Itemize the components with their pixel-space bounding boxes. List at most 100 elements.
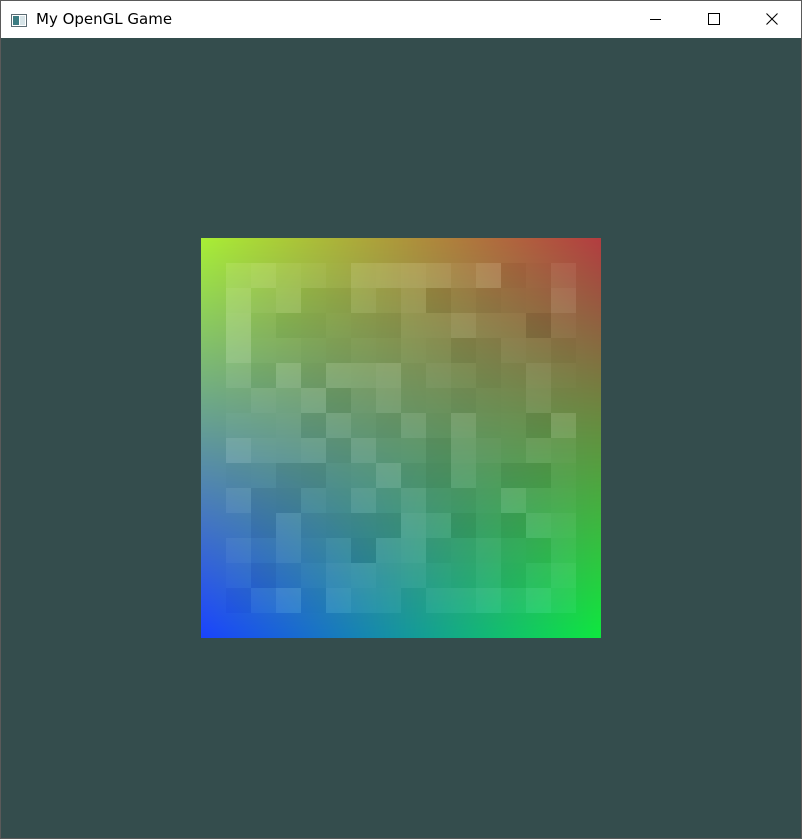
- texture-cell: [251, 338, 277, 364]
- texture-cell: [301, 563, 327, 589]
- texture-cell: [476, 538, 502, 564]
- texture-cell: [551, 613, 577, 638]
- texture-cell: [451, 563, 477, 589]
- texture-cell: [551, 388, 577, 414]
- texture-cell: [401, 288, 427, 314]
- texture-cell: [326, 413, 352, 439]
- texture-cell: [351, 513, 377, 539]
- texture-cell: [526, 613, 552, 638]
- texture-cell: [226, 288, 252, 314]
- texture-cell: [251, 263, 277, 289]
- texture-cell: [226, 363, 252, 389]
- texture-cell: [426, 488, 452, 514]
- texture-cell: [551, 313, 577, 339]
- texture-cell: [301, 513, 327, 539]
- texture-cell: [326, 313, 352, 339]
- texture-cell: [526, 563, 552, 589]
- texture-cell: [201, 438, 227, 464]
- texture-cell: [226, 563, 252, 589]
- close-button[interactable]: [743, 1, 801, 38]
- texture-cell: [326, 538, 352, 564]
- texture-cell: [576, 438, 601, 464]
- render-viewport[interactable]: [1, 38, 801, 838]
- texture-cell: [426, 538, 452, 564]
- texture-cell: [476, 563, 502, 589]
- texture-cell: [401, 613, 427, 638]
- texture-cell: [576, 338, 601, 364]
- texture-cell: [476, 438, 502, 464]
- texture-cell: [376, 338, 402, 364]
- texture-cell: [201, 513, 227, 539]
- texture-cell: [376, 263, 402, 289]
- texture-cell: [376, 513, 402, 539]
- texture-cell: [351, 563, 377, 589]
- texture-cell: [276, 588, 302, 614]
- texture-cell: [351, 538, 377, 564]
- texture-cell: [576, 513, 601, 539]
- texture-cell: [476, 338, 502, 364]
- texture-cell: [551, 438, 577, 464]
- texture-cell: [551, 338, 577, 364]
- texture-cell: [551, 413, 577, 439]
- texture-cell: [201, 463, 227, 489]
- texture-cell: [576, 563, 601, 589]
- texture-cell: [476, 463, 502, 489]
- texture-cell: [476, 488, 502, 514]
- texture-cell: [226, 438, 252, 464]
- texture-cell: [226, 238, 252, 264]
- texture-cell: [251, 463, 277, 489]
- texture-cell: [326, 613, 352, 638]
- texture-cell: [401, 263, 427, 289]
- texture-cell: [401, 438, 427, 464]
- texture-cell: [451, 288, 477, 314]
- texture-cell: [351, 313, 377, 339]
- texture-cell: [276, 563, 302, 589]
- pixelated-texture-layer: [201, 238, 601, 638]
- texture-cell: [551, 588, 577, 614]
- texture-cell: [201, 238, 227, 264]
- title-bar[interactable]: My OpenGL Game: [1, 1, 801, 38]
- texture-cell: [451, 363, 477, 389]
- texture-cell: [301, 588, 327, 614]
- texture-cell: [401, 538, 427, 564]
- texture-cell: [401, 363, 427, 389]
- texture-cell: [501, 613, 527, 638]
- texture-cell: [376, 288, 402, 314]
- texture-cell: [501, 238, 527, 264]
- texture-cell: [201, 538, 227, 564]
- texture-cell: [451, 538, 477, 564]
- window-title: My OpenGL Game: [36, 10, 173, 28]
- texture-cell: [201, 413, 227, 439]
- texture-cell: [451, 513, 477, 539]
- texture-cell: [451, 313, 477, 339]
- texture-cell: [501, 363, 527, 389]
- texture-cell: [201, 313, 227, 339]
- maximize-button[interactable]: [685, 1, 743, 38]
- texture-cell: [251, 388, 277, 414]
- texture-cell: [301, 388, 327, 414]
- texture-cell: [476, 263, 502, 289]
- texture-cell: [526, 588, 552, 614]
- texture-cell: [401, 463, 427, 489]
- texture-cell: [426, 513, 452, 539]
- texture-cell: [201, 388, 227, 414]
- texture-cell: [301, 613, 327, 638]
- texture-cell: [401, 513, 427, 539]
- texture-cell: [526, 363, 552, 389]
- maximize-icon: [708, 10, 720, 29]
- texture-cell: [576, 488, 601, 514]
- texture-cell: [526, 413, 552, 439]
- texture-cell: [476, 613, 502, 638]
- texture-cell: [276, 263, 302, 289]
- texture-cell: [251, 563, 277, 589]
- texture-cell: [526, 513, 552, 539]
- texture-cell: [476, 388, 502, 414]
- texture-cell: [426, 413, 452, 439]
- minimize-button[interactable]: [627, 1, 685, 38]
- texture-cell: [526, 438, 552, 464]
- texture-cell: [376, 363, 402, 389]
- texture-cell: [426, 563, 452, 589]
- app-window: My OpenGL Game: [0, 0, 802, 839]
- texture-cell: [251, 613, 277, 638]
- texture-cell: [201, 488, 227, 514]
